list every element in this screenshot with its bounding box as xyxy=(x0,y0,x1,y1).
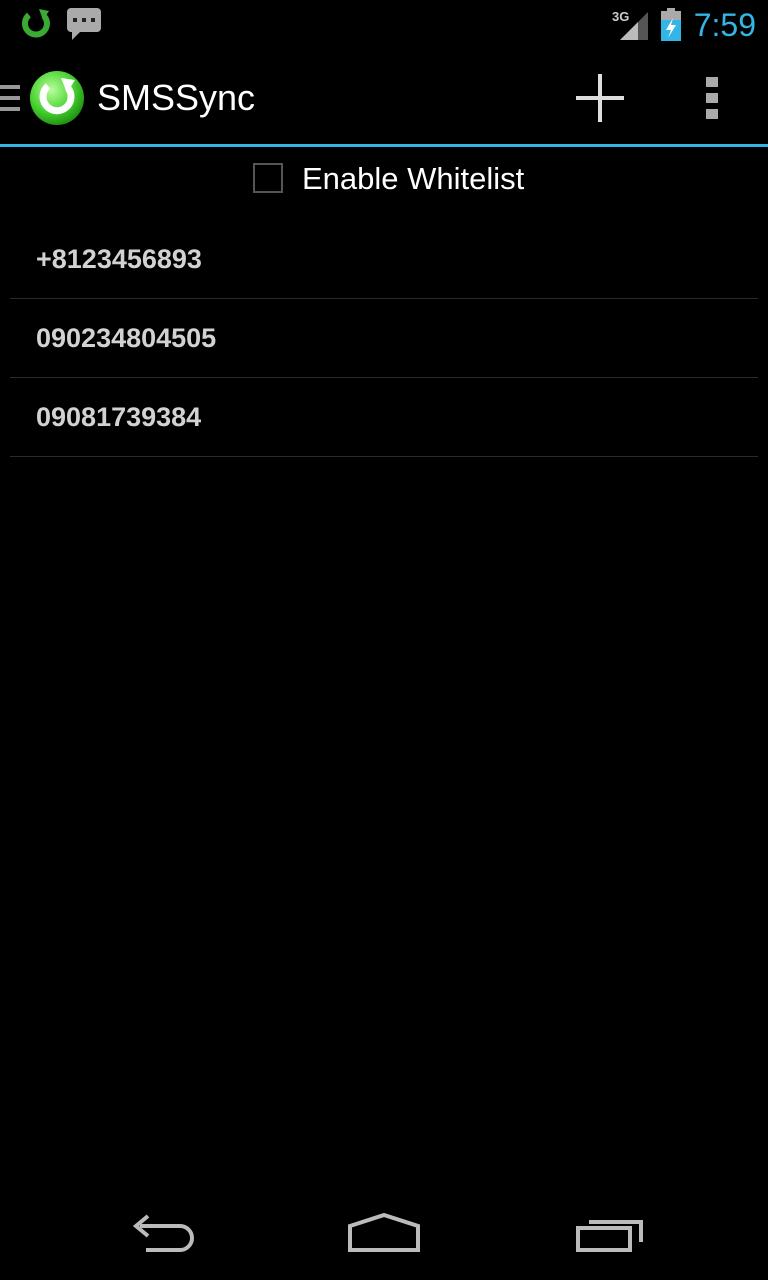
signal-icon xyxy=(620,10,650,47)
app-title: SMSSync xyxy=(97,77,256,118)
drawer-indicator-icon[interactable] xyxy=(0,83,20,118)
battery-icon xyxy=(660,8,682,47)
recents-icon xyxy=(575,1216,645,1257)
phone-number: +8123456893 xyxy=(36,244,202,274)
clock: 7:59 xyxy=(693,7,756,43)
home-icon xyxy=(347,1212,421,1259)
recents-button[interactable] xyxy=(564,1184,664,1280)
app-logo-icon[interactable] xyxy=(29,70,85,131)
action-bar: SMSSync xyxy=(0,50,768,147)
enable-whitelist-checkbox[interactable] xyxy=(253,163,283,193)
enable-whitelist-row[interactable]: Enable Whitelist xyxy=(0,147,768,213)
phone-number: 09081739384 xyxy=(36,402,202,432)
navigation-bar xyxy=(0,1184,768,1280)
list-item[interactable]: +8123456893 xyxy=(10,220,758,299)
screen: 3G 7:59 SMSSync Enable Whitelist +812345… xyxy=(0,0,768,1280)
list-item[interactable]: 09081739384 xyxy=(10,378,758,457)
add-icon xyxy=(576,74,624,127)
status-bar: 3G 7:59 xyxy=(0,0,768,50)
back-button[interactable] xyxy=(110,1184,210,1280)
phone-number: 090234804505 xyxy=(36,323,217,353)
message-notification-icon xyxy=(66,7,102,46)
overflow-menu-icon xyxy=(706,77,718,124)
back-icon xyxy=(126,1214,196,1259)
enable-whitelist-label[interactable]: Enable Whitelist xyxy=(302,161,524,197)
home-button[interactable] xyxy=(334,1184,434,1280)
whitelist-number-list: +8123456893 090234804505 09081739384 xyxy=(10,220,758,457)
overflow-menu-button[interactable] xyxy=(680,50,744,144)
add-button[interactable] xyxy=(566,50,634,144)
sync-notification-icon xyxy=(20,7,52,46)
list-item[interactable]: 090234804505 xyxy=(10,299,758,378)
